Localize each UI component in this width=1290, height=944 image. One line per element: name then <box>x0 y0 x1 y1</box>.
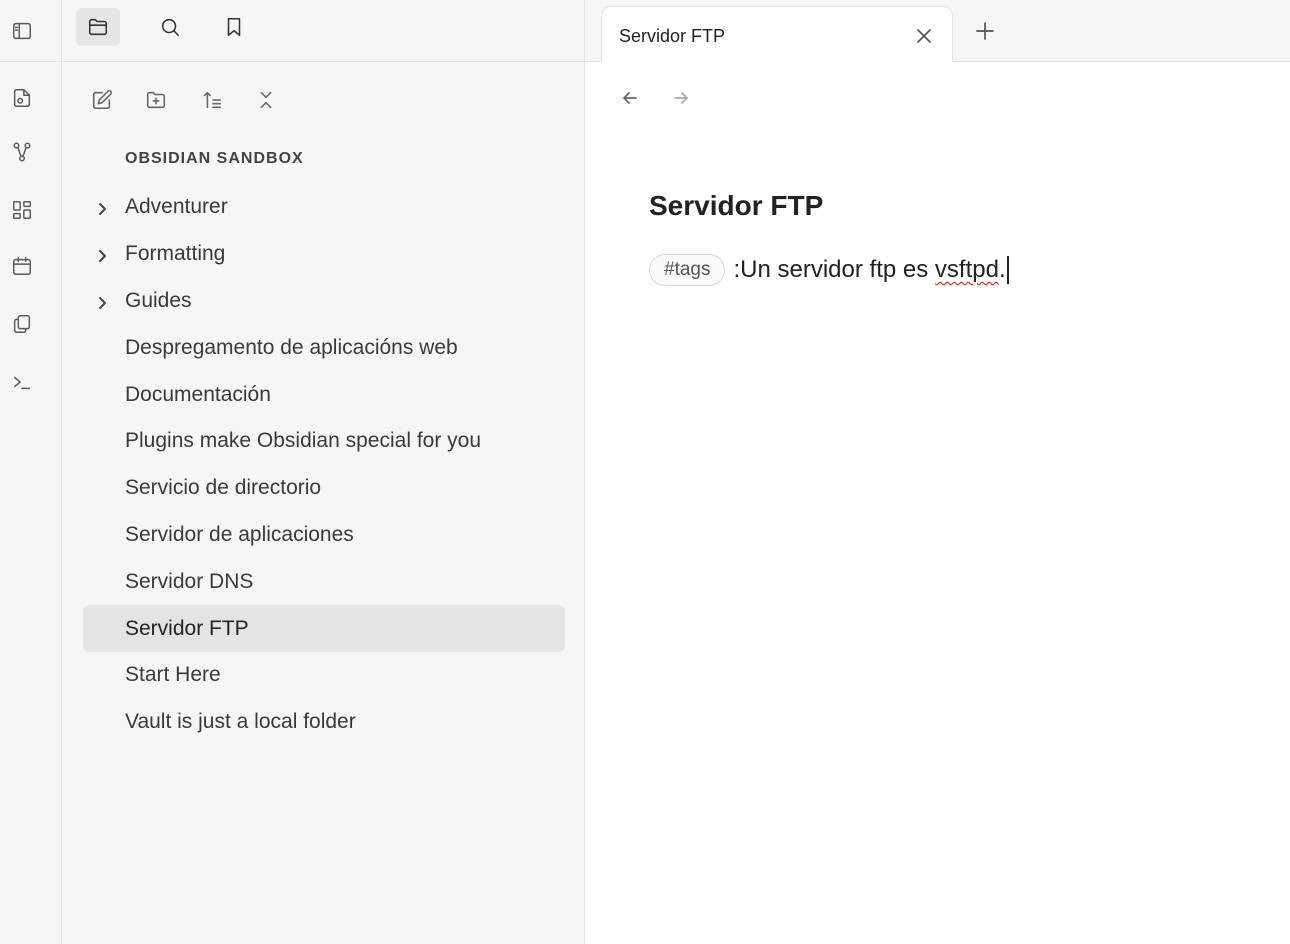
quick-switcher-button[interactable] <box>4 80 40 116</box>
templates-icon <box>13 315 31 333</box>
arrow-left-icon <box>623 92 637 104</box>
tree-file[interactable]: Start Here <box>83 652 565 699</box>
canvas-icon <box>13 201 31 219</box>
tag-pill[interactable]: #tags <box>649 254 726 286</box>
new-folder-button[interactable] <box>138 82 174 118</box>
terminal-icon <box>13 376 31 390</box>
bookmarks-tab-button[interactable] <box>212 8 256 46</box>
misspelled-word: vsftpd <box>934 256 999 283</box>
search-icon <box>161 18 180 37</box>
tree-item-label: Guides <box>125 288 192 312</box>
ribbon <box>0 0 62 944</box>
close-icon <box>917 29 931 43</box>
tree-item-label: Servicio de directorio <box>125 476 322 500</box>
chevron-right-icon <box>95 199 111 216</box>
tree-item-label: Vault is just a local folder <box>125 710 356 734</box>
graph-icon <box>13 142 31 162</box>
daily-note-button[interactable] <box>4 248 40 284</box>
quick-switcher-icon <box>13 89 31 107</box>
tree-item-label: Documentación <box>125 382 271 406</box>
tree-item-label: Despregamento de aplicacións web <box>125 335 458 359</box>
chevron-right-icon <box>95 293 111 309</box>
canvas-button[interactable] <box>4 192 40 228</box>
new-note-button[interactable] <box>84 82 120 118</box>
tree-item-label: Start Here <box>125 663 221 687</box>
arrow-right-icon <box>674 92 688 104</box>
tree-file[interactable]: Plugins make Obsidian special for you <box>83 418 565 465</box>
collapse-all-icon <box>260 91 272 109</box>
sidebar-toggle-button[interactable] <box>4 13 40 49</box>
editor-pane: Servidor FTP #tags :Un servidor ftp es v… <box>585 62 1290 944</box>
vault-name[interactable]: OBSIDIAN SANDBOX <box>125 150 304 168</box>
note-text: :Un servidor ftp es <box>733 256 935 283</box>
text-cursor <box>1006 256 1009 284</box>
back-button[interactable] <box>616 84 644 112</box>
note-body-line[interactable]: #tags :Un servidor ftp es vsftpd. <box>649 254 1009 286</box>
sort-icon <box>203 91 222 109</box>
tree-file[interactable]: Documentación <box>83 371 565 418</box>
tree-folder-guides[interactable]: Guides <box>83 278 565 325</box>
tree-item-label: Servidor DNS <box>125 569 254 593</box>
tree-item-label: Servidor FTP <box>125 616 249 640</box>
plus-icon <box>976 22 994 40</box>
folder-icon <box>88 18 108 36</box>
command-palette-button[interactable] <box>4 364 40 400</box>
bookmark-icon <box>227 17 241 37</box>
tab-title: Servidor FTP <box>619 26 726 46</box>
ribbon-top <box>0 0 62 62</box>
tab-active[interactable]: Servidor FTP <box>601 6 953 63</box>
graph-view-button[interactable] <box>4 134 40 170</box>
tab-bar: Servidor FTP <box>585 0 1290 63</box>
tree-file[interactable]: Servicio de directorio <box>83 465 565 512</box>
tree-file-selected[interactable]: Servidor FTP <box>83 605 565 652</box>
file-explorer-sidebar: OBSIDIAN SANDBOX Adventurer Formatting G… <box>62 0 585 944</box>
tree-file[interactable]: Vault is just a local folder <box>83 699 565 746</box>
tree-file[interactable]: Servidor DNS <box>83 558 565 605</box>
collapse-all-button[interactable] <box>248 82 284 118</box>
tree-file[interactable]: Servidor de aplicaciones <box>83 512 565 559</box>
tree-item-label: Servidor de aplicaciones <box>125 522 354 546</box>
sidebar-toggle-icon <box>13 22 31 40</box>
note-text-end: . <box>998 256 1006 283</box>
tab-close-button[interactable] <box>909 21 939 51</box>
new-folder-icon <box>146 91 166 109</box>
sidebar-header <box>62 0 585 62</box>
forward-button[interactable] <box>667 84 695 112</box>
note-title[interactable]: Servidor FTP <box>649 190 823 222</box>
templates-button[interactable] <box>4 306 40 342</box>
new-note-icon <box>92 90 112 110</box>
tree-item-label: Formatting <box>125 242 226 266</box>
search-tab-button[interactable] <box>148 8 192 46</box>
chevron-right-icon <box>95 246 111 263</box>
tree-file[interactable]: Despregamento de aplicacións web <box>83 324 565 371</box>
calendar-icon <box>13 257 31 275</box>
tree-item-label: Plugins make Obsidian special for you <box>125 429 482 453</box>
tree-item-label: Adventurer <box>125 195 228 219</box>
new-tab-button[interactable] <box>970 16 1000 46</box>
sort-button[interactable] <box>194 82 230 118</box>
files-tab-button[interactable] <box>76 8 120 46</box>
tree-folder-adventurer[interactable]: Adventurer <box>83 184 565 231</box>
file-tree: Adventurer Formatting Guides Despregamen… <box>83 184 565 746</box>
tree-folder-formatting[interactable]: Formatting <box>83 231 565 278</box>
